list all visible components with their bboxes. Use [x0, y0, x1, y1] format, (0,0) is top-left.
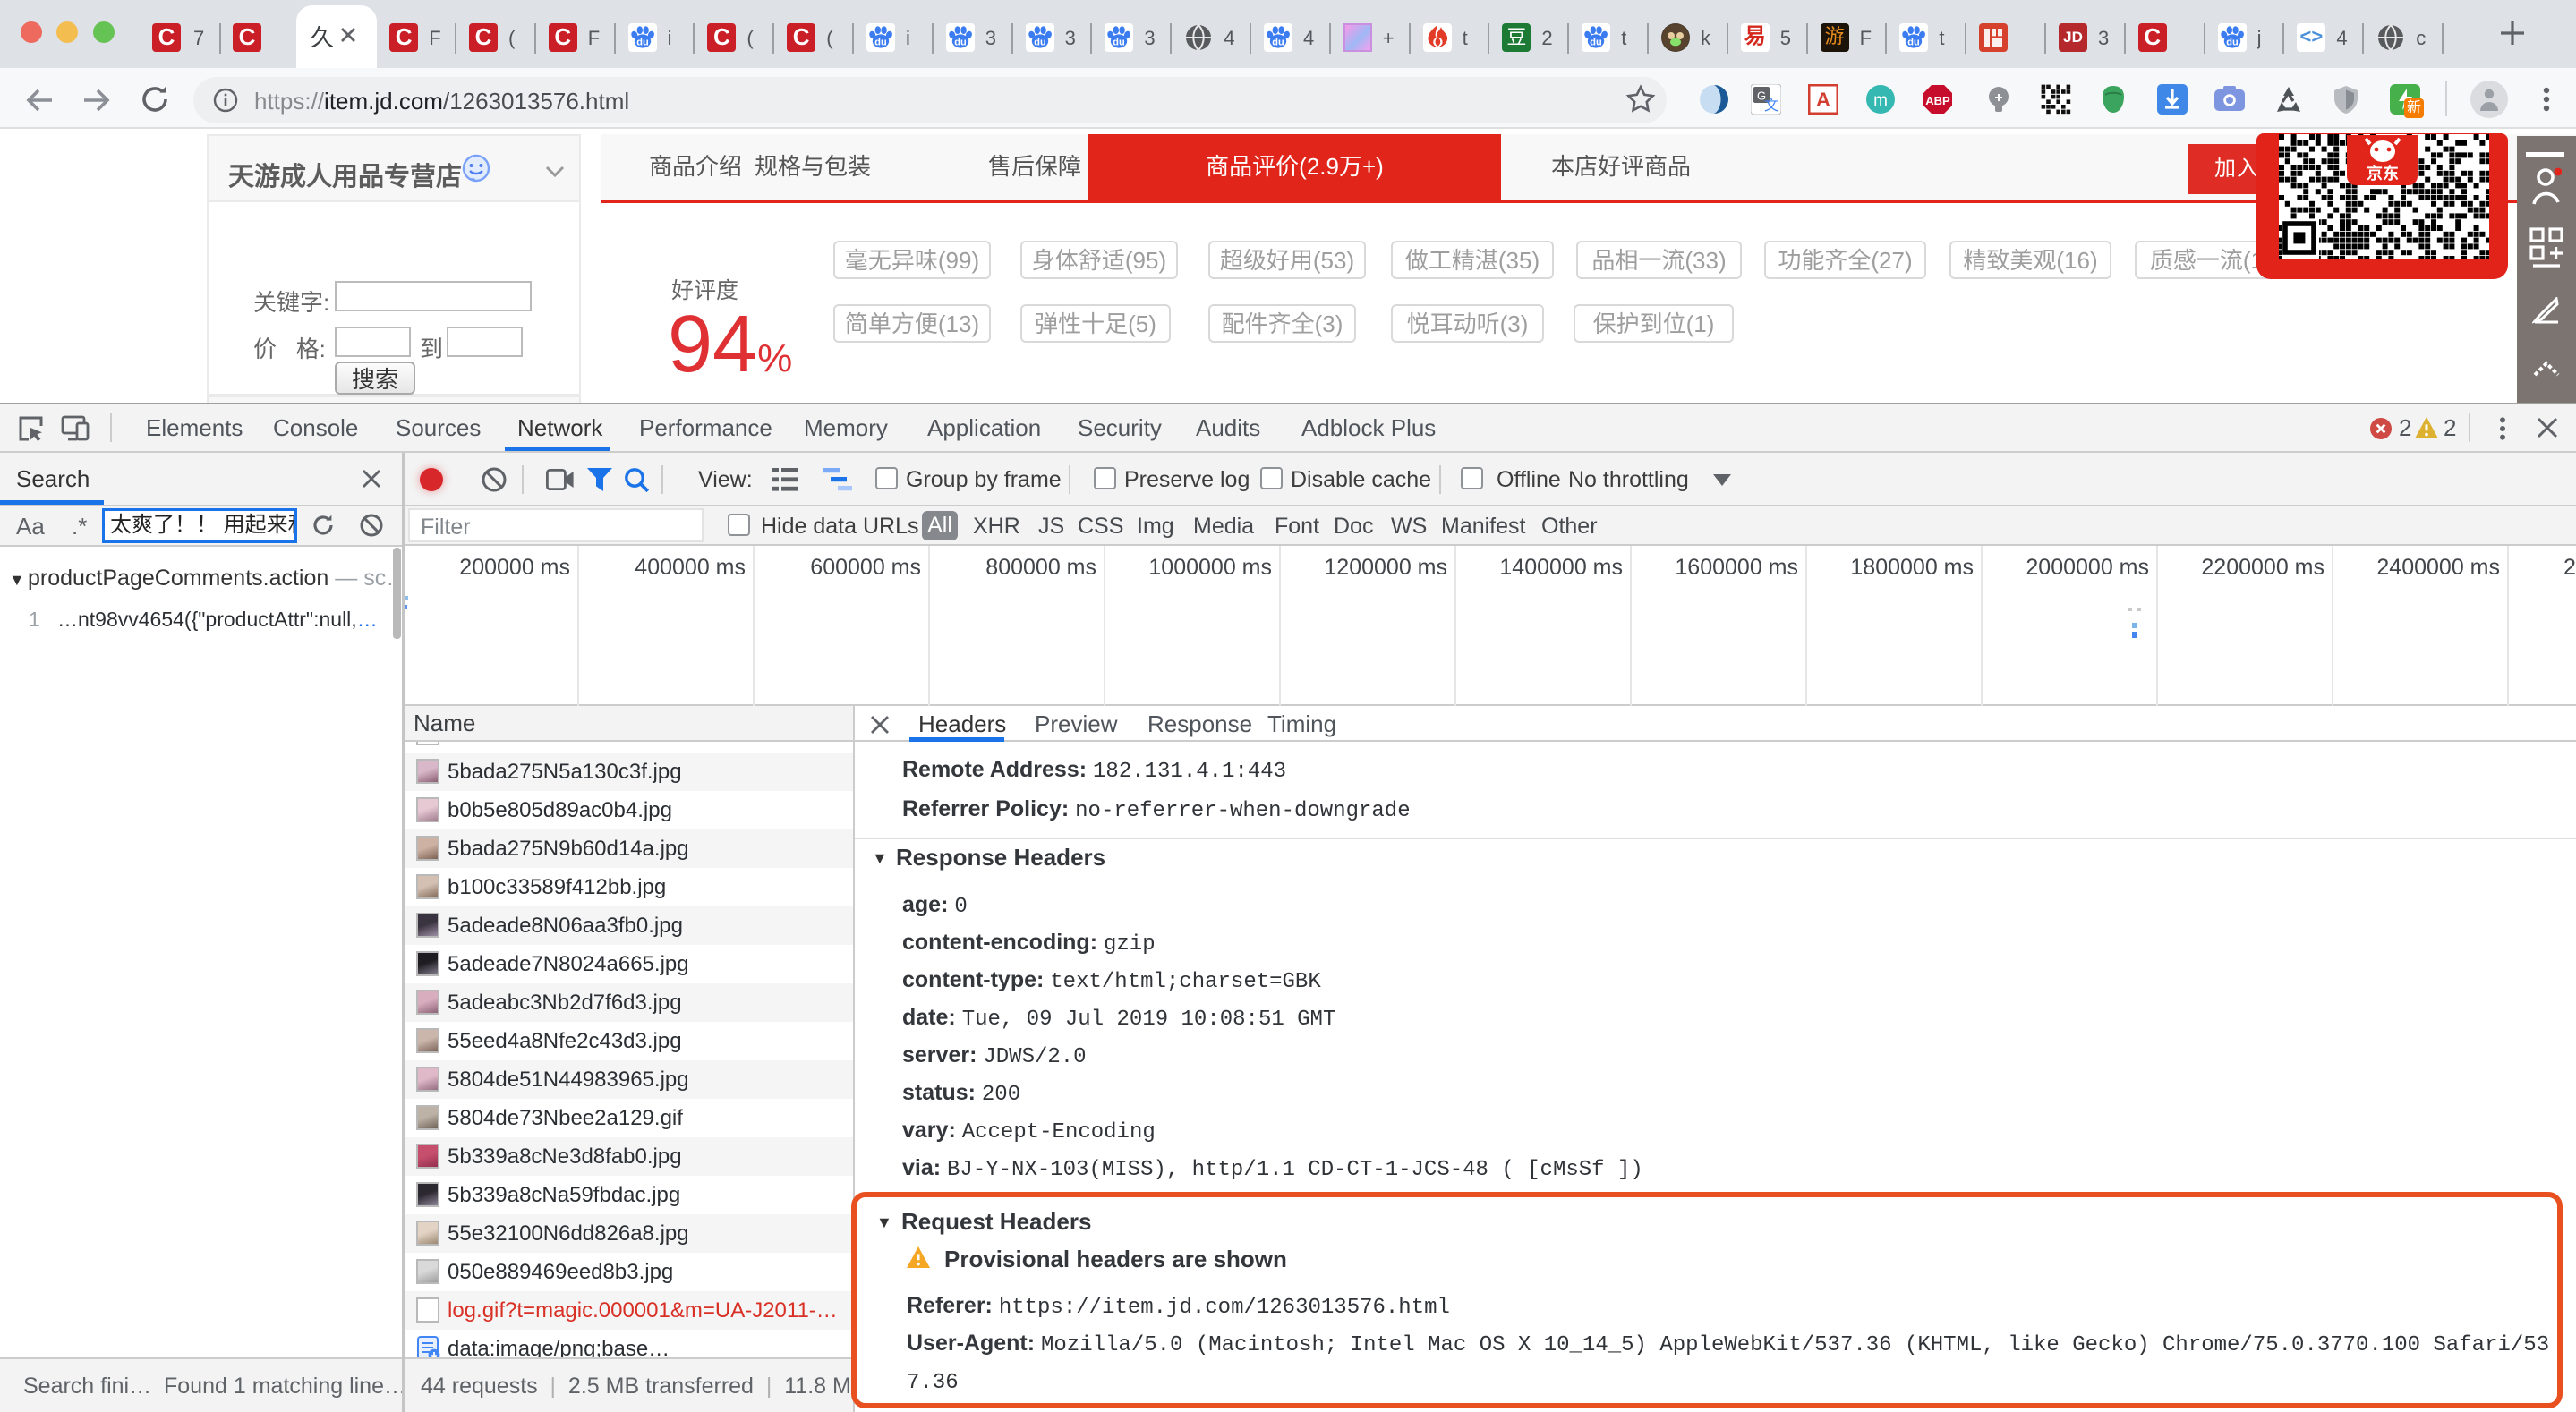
svg-text:du: du [1908, 37, 1920, 47]
svg-text:m: m [1873, 91, 1888, 110]
svg-text:文: 文 [1764, 98, 1778, 114]
svg-text:du: du [1113, 37, 1125, 47]
svg-text:du: du [636, 37, 648, 47]
svg-text:du: du [1034, 37, 1045, 47]
svg-text:京东: 京东 [2367, 164, 2399, 183]
svg-text:du: du [1590, 37, 1601, 47]
svg-text:du: du [954, 37, 966, 47]
svg-text:du: du [874, 37, 886, 47]
svg-text:du: du [1272, 37, 1284, 47]
svg-text:ABP: ABP [1925, 94, 1950, 107]
svg-text:du: du [2226, 37, 2238, 47]
svg-text:A: A [1816, 89, 1830, 111]
